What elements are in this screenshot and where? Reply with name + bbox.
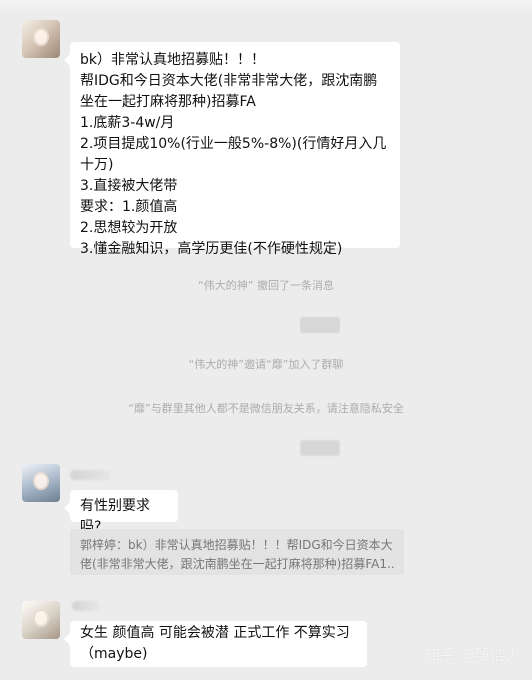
avatar[interactable] xyxy=(22,20,60,58)
watermark: 知乎 @殷浩天 xyxy=(425,646,520,664)
message-line: 2.项目提成10%(行业一般5%-8%)(行情好月入几十万) xyxy=(80,136,387,173)
avatar[interactable] xyxy=(22,464,60,502)
top-fade xyxy=(0,0,532,16)
message-bubble-question[interactable]: 有性别要求吗? xyxy=(64,490,178,535)
message-bubble-recruitment[interactable]: bk）非常认真地招募贴！！！ 帮IDG和今日资本大佬(非常非常大佬，跟沈南鹏坐在… xyxy=(64,42,400,257)
message-line: 女生 颜值高 可能会被潜 正式工作 不算实习 （maybe) xyxy=(80,625,355,662)
message-line: 3.懂金融知识，高学历更佳(不作硬性规定) xyxy=(80,241,343,257)
system-recall-message: “伟大的神” 撤回了一条消息 xyxy=(198,279,334,292)
quote-line: 佬(非常非常大佬，跟沈南鹏坐在一起打麻将那种)招募FA1... xyxy=(80,557,394,571)
sender-name-blurred xyxy=(72,601,100,611)
message-line: 3.直接被大佬带 xyxy=(80,178,178,194)
message-bubble-answer[interactable]: 女生 颜值高 可能会被潜 正式工作 不算实习 （maybe) xyxy=(64,621,367,667)
quote-line: 郭梓婷：bk）非常认真地招募贴！！！帮IDG和今日资本大 xyxy=(80,538,393,552)
message-line: 1.底薪3-4w/月 xyxy=(80,115,175,131)
message-line: 2.思想较为开放 xyxy=(80,220,178,236)
quoted-message[interactable]: 郭梓婷：bk）非常认真地招募贴！！！帮IDG和今日资本大 佬(非常非常大佬，跟沈… xyxy=(70,529,404,575)
system-invite-message: “伟大的神”邀请“靡”加入了群聊 xyxy=(188,358,344,371)
group-chat-screen: bk）非常认真地招募贴！！！ 帮IDG和今日资本大佬(非常非常大佬，跟沈南鹏坐在… xyxy=(0,0,532,680)
timestamp-pill xyxy=(300,440,340,456)
message-line: 要求：1.颜值高 xyxy=(80,199,178,215)
sender-name-blurred xyxy=(70,470,112,480)
message-line: bk）非常认真地招募贴！！！ xyxy=(80,52,265,68)
avatar[interactable] xyxy=(22,601,60,639)
message-line: 帮IDG和今日资本大佬(非常非常大佬，跟沈南鹏坐在一起打麻将那种)招募FA xyxy=(80,73,378,110)
timestamp-pill xyxy=(300,317,340,333)
system-privacy-warning: “靡”与群里其他人都不是微信朋友关系，请注意隐私安全 xyxy=(128,402,404,415)
